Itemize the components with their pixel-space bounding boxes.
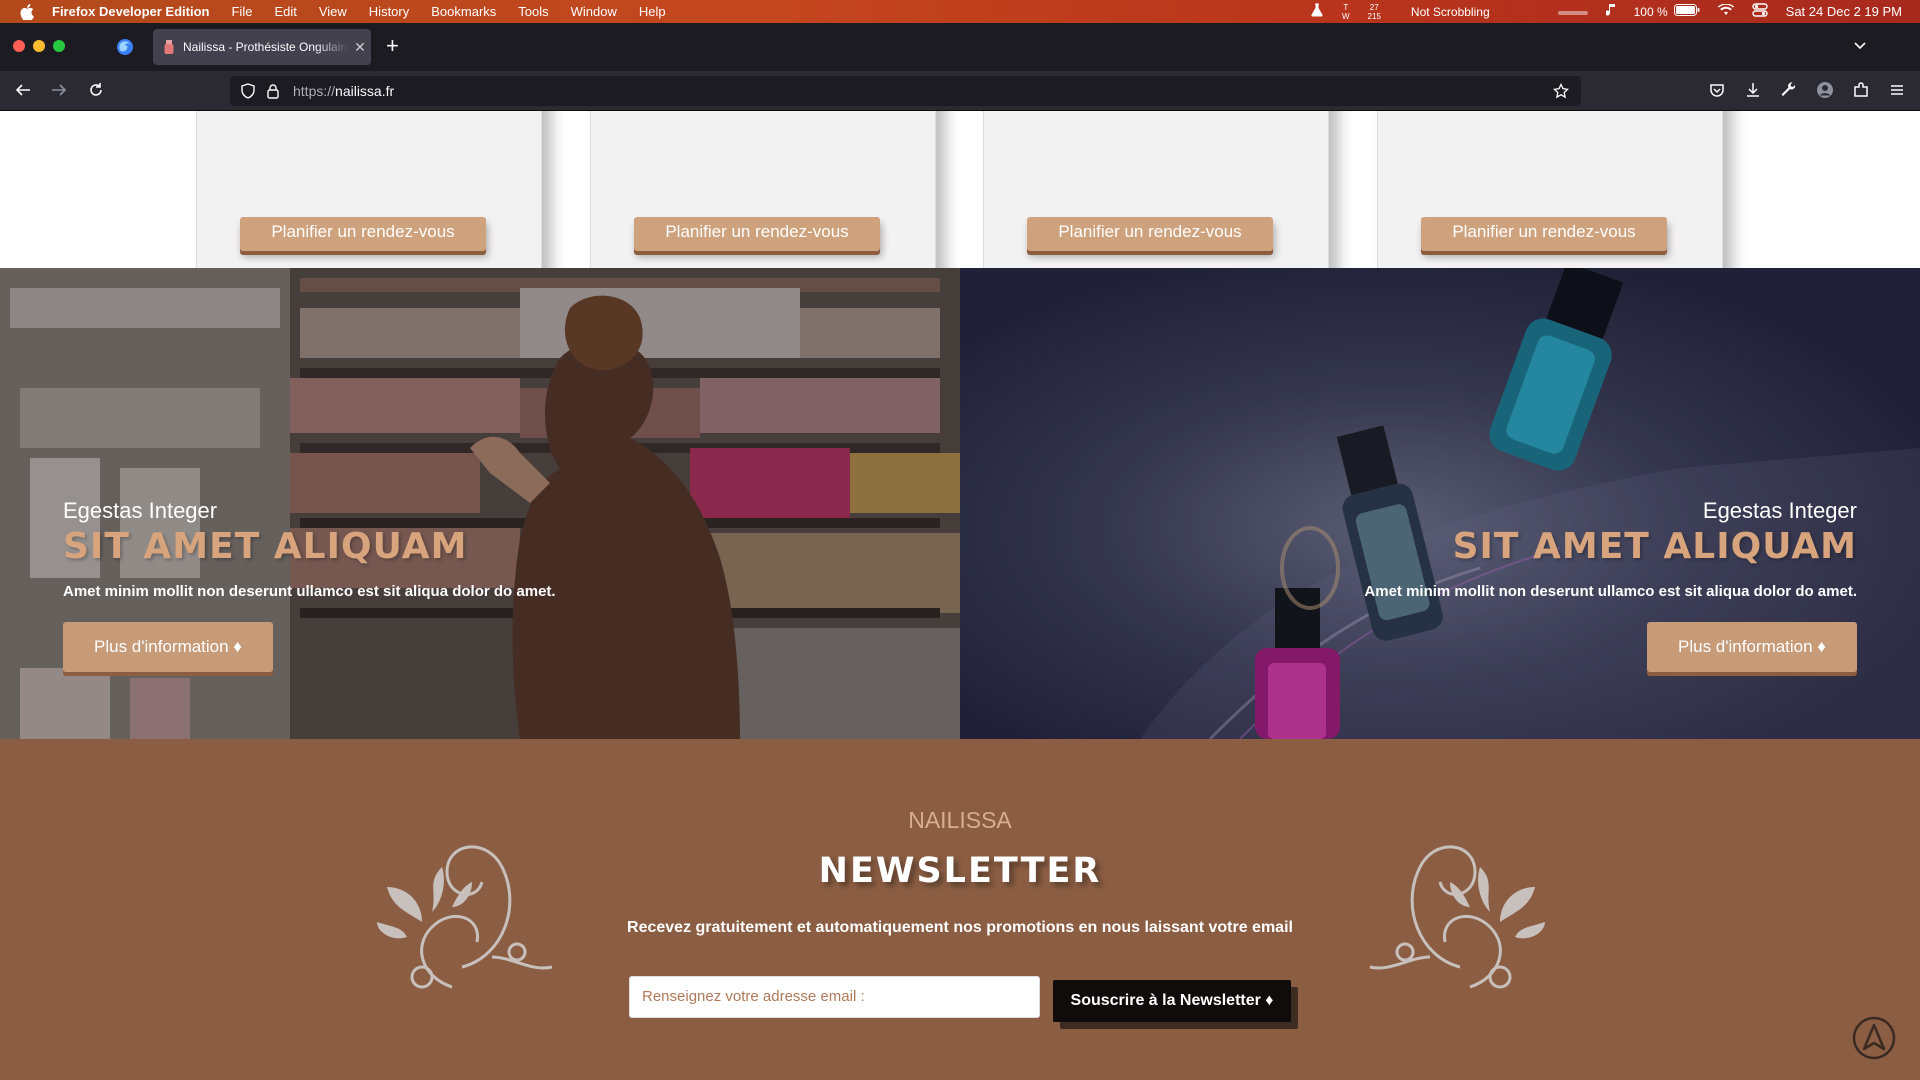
nailissa-favicon-icon (164, 40, 174, 54)
macos-menu-bar: Firefox Developer Edition File Edit View… (0, 0, 1920, 23)
active-tab[interactable]: Nailissa - Prothésiste Ongulaire ✕ (153, 29, 371, 65)
account-avatar-icon[interactable] (1816, 81, 1834, 99)
service-card: Planifier un rendez-vous (983, 111, 1329, 283)
toolbar-icons (1708, 81, 1906, 99)
slider-indicator[interactable] (1557, 5, 1588, 19)
more-info-button[interactable]: Plus d'information ♦ (1647, 622, 1857, 672)
promo-subtitle: Egestas Integer (63, 498, 218, 523)
book-appointment-button[interactable]: Planifier un rendez-vous (634, 217, 880, 251)
wifi-icon[interactable] (1717, 3, 1734, 19)
menu-tools[interactable]: Tools (518, 4, 548, 19)
close-window-button[interactable] (13, 40, 25, 52)
book-appointment-button[interactable]: Planifier un rendez-vous (1027, 217, 1273, 251)
week-indicator[interactable]: T W (1342, 3, 1350, 21)
menu-bookmarks[interactable]: Bookmarks (431, 4, 496, 19)
battery-icon[interactable] (1673, 4, 1700, 19)
service-card: Planifier un rendez-vous (1377, 111, 1723, 283)
newsletter-description: Recevez gratuitement et automatiquement … (627, 919, 1293, 936)
music-note-icon[interactable] (1604, 3, 1616, 20)
flask-icon[interactable] (1310, 3, 1324, 20)
extensions-puzzle-icon[interactable] (1852, 81, 1870, 99)
url-scheme: https:// (293, 83, 336, 99)
promo-description: Amet minim mollit non deserunt ullamco e… (1364, 583, 1857, 600)
control-center-icon[interactable] (1751, 3, 1768, 20)
new-tab-icon[interactable]: + (386, 35, 399, 57)
reload-icon[interactable] (87, 81, 107, 101)
menubar-status-area: T W 27 215 Not Scrobbling 100 % Sat 24 D… (1310, 0, 1902, 23)
battery-percent[interactable]: 100 % (1634, 5, 1668, 19)
window-controls (13, 40, 65, 52)
bookmark-star-icon[interactable] (1553, 83, 1569, 99)
promo-text-block: Egestas Integer SIT AMET ALIQUAM Amet mi… (1364, 498, 1857, 672)
firefox-view-icon[interactable] (116, 38, 134, 56)
promo-title: SIT AMET ALIQUAM (63, 526, 468, 567)
appointment-cards-row: Planifier un rendez-vous Planifier un re… (0, 111, 1920, 283)
scroll-to-top-icon[interactable] (1852, 1016, 1896, 1060)
downloads-icon[interactable] (1744, 81, 1762, 99)
apple-menu-icon[interactable] (18, 3, 36, 21)
promo-banner-polish: Egestas Integer SIT AMET ALIQUAM Amet mi… (960, 268, 1920, 739)
service-card: Planifier un rendez-vous (590, 111, 936, 283)
url-host: nailissa.fr (335, 83, 395, 99)
promo-description: Amet minim mollit non deserunt ullamco e… (63, 583, 556, 600)
subscribe-newsletter-button[interactable]: Souscrire à la Newsletter ♦ (1053, 980, 1291, 1022)
zoom-window-button[interactable] (53, 40, 65, 52)
lock-icon[interactable] (266, 83, 280, 99)
promo-title: SIT AMET ALIQUAM (1452, 526, 1857, 567)
book-appointment-button[interactable]: Planifier un rendez-vous (240, 217, 486, 251)
menu-help[interactable]: Help (639, 4, 666, 19)
hamburger-menu-icon[interactable] (1888, 81, 1906, 99)
newsletter-brand: NAILISSA (908, 807, 1012, 833)
close-tab-icon[interactable]: ✕ (349, 39, 371, 56)
app-name-menu[interactable]: Firefox Developer Edition (52, 4, 209, 19)
promo-subtitle: Egestas Integer (1702, 498, 1857, 523)
menu-window[interactable]: Window (571, 4, 617, 19)
scrobble-status[interactable]: Not Scrobbling (1411, 5, 1490, 19)
book-appointment-button[interactable]: Planifier un rendez-vous (1421, 217, 1667, 251)
developer-tools-wrench-icon[interactable] (1780, 81, 1798, 99)
url-bar[interactable]: https://nailissa.fr (230, 76, 1581, 106)
promo-text-block: Egestas Integer SIT AMET ALIQUAM Amet mi… (63, 498, 556, 672)
counter-indicator[interactable]: 27 215 (1368, 3, 1381, 21)
web-page: Planifier un rendez-vous Planifier un re… (0, 111, 1920, 1080)
service-card: Planifier un rendez-vous (196, 111, 542, 283)
more-info-button[interactable]: Plus d'information ♦ (63, 622, 273, 672)
newsletter-title: NEWSLETTER (818, 851, 1102, 891)
email-input[interactable]: Renseignez votre adresse email : (629, 976, 1040, 1018)
tab-title: Nailissa - Prothésiste Ongulaire (183, 40, 349, 54)
menu-view[interactable]: View (319, 4, 347, 19)
forward-arrow-icon[interactable] (50, 81, 70, 101)
promo-banner-shop: Egestas Integer SIT AMET ALIQUAM Amet mi… (0, 268, 960, 739)
minimize-window-button[interactable] (33, 40, 45, 52)
menu-edit[interactable]: Edit (274, 4, 296, 19)
tracking-protection-shield-icon[interactable] (240, 83, 256, 99)
menu-history[interactable]: History (369, 4, 409, 19)
list-all-tabs-icon[interactable] (1852, 37, 1868, 53)
pocket-icon[interactable] (1708, 81, 1726, 99)
url-text[interactable]: https://nailissa.fr (293, 83, 394, 99)
menu-file[interactable]: File (231, 4, 252, 19)
clock[interactable]: Sat 24 Dec 2 19 PM (1786, 4, 1902, 19)
newsletter-section: NAILISSA NEWSLETTER Recevez gratuitement… (0, 739, 1920, 1080)
back-arrow-icon[interactable] (14, 81, 34, 101)
navigation-toolbar: https://nailissa.fr (0, 71, 1920, 111)
tab-strip: Nailissa - Prothésiste Ongulaire ✕ + (0, 23, 1920, 71)
